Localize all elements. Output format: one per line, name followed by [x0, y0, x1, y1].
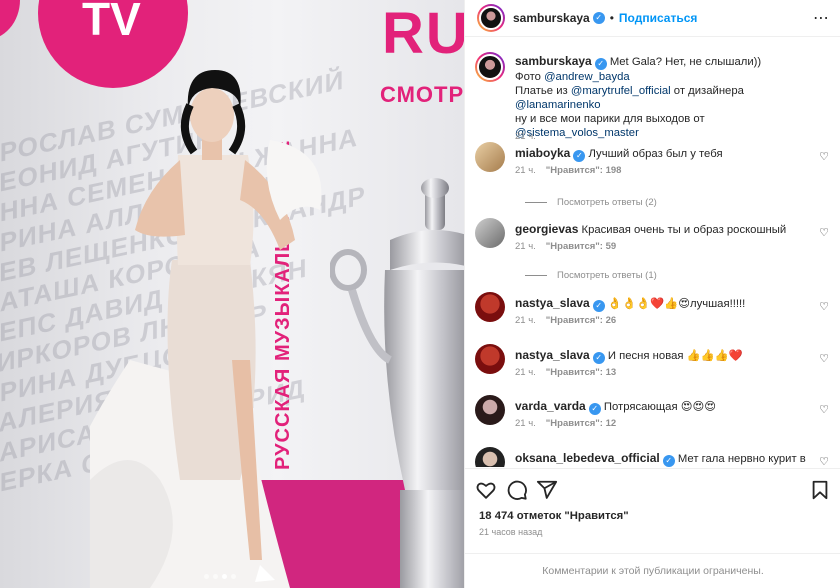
comment-username[interactable]: georgievas — [515, 222, 578, 236]
carousel-dot — [204, 574, 209, 579]
share-paper-plane-icon[interactable] — [536, 479, 558, 501]
replies-line — [525, 275, 547, 276]
replies-line — [525, 202, 547, 203]
view-replies-button[interactable]: Посмотреть ответы (1) — [525, 270, 657, 281]
verified-badge-icon: ✓ — [588, 403, 601, 415]
mention-link[interactable]: @andrew_bayda — [544, 71, 630, 83]
comment-likes[interactable]: "Нравится": 198 — [546, 165, 622, 176]
comment-meta: 21 ч. "Нравится": 12 — [515, 418, 616, 429]
comment-body: 👌👌👌❤️👍😍лучшая!!!!! — [607, 298, 746, 310]
author-username[interactable]: samburskaya — [513, 11, 590, 25]
likes-count[interactable]: 18 474 отметок "Нравится" — [479, 510, 629, 522]
comment-time: 21 ч. — [515, 367, 536, 378]
like-heart-icon[interactable]: ♡ — [819, 300, 829, 313]
caption-line-4: ну и все мои парики для выходов от — [515, 113, 705, 125]
comment-avatar[interactable] — [475, 447, 505, 467]
caption-avatar[interactable] — [475, 52, 505, 82]
verified-badge-icon: ✓ — [592, 352, 605, 364]
comment-text: georgievas Красивая очень ты и образ рос… — [515, 222, 811, 237]
caption-time: 21 ч. — [515, 131, 536, 142]
mention-link[interactable]: @lanamarinenko — [515, 99, 601, 111]
comment-meta: 21 ч. "Нравится": 26 — [515, 315, 616, 326]
carousel-dot — [231, 574, 236, 579]
author-avatar[interactable] — [477, 4, 505, 32]
brand-slogan: СМОТР — [380, 82, 464, 107]
comment-username[interactable]: oksana_lebedeva_official — [515, 451, 660, 465]
replies-label: Посмотреть ответы (1) — [557, 270, 657, 281]
like-heart-icon[interactable]: ♡ — [819, 226, 829, 239]
caption-line-1: Met Gala? Нет, не слышали)) — [609, 56, 762, 68]
comment-likes[interactable]: "Нравится": 12 — [546, 418, 616, 429]
more-options-icon[interactable]: ⋯ — [813, 8, 829, 28]
comment-text: nastya_slava ✓ 👌👌👌❤️👍😍лучшая!!!!! — [515, 296, 811, 312]
comment-likes[interactable]: "Нравится": 26 — [546, 315, 616, 326]
brand-logo-ru: RU — [382, 1, 464, 66]
comment-avatar[interactable] — [475, 142, 505, 172]
comment-avatar[interactable] — [475, 344, 505, 374]
caption-line-3-mid: от дизайнера — [670, 85, 744, 97]
samovar-decoration — [330, 178, 464, 588]
comment-time: 21 ч. — [515, 418, 536, 429]
post-timestamp[interactable]: 21 часов назад — [479, 527, 542, 537]
carousel-dot — [222, 574, 227, 579]
mention-link[interactable]: @marytrufel_official — [571, 85, 671, 97]
comment-text: nastya_slava ✓ И песня новая 👍👍👍❤️ — [515, 348, 811, 364]
header-separator: • — [609, 11, 614, 25]
comment-username[interactable]: varda_varda — [515, 399, 586, 413]
verified-badge-icon: ✓ — [592, 300, 605, 312]
comment-time: 21 ч. — [515, 241, 536, 252]
view-replies-button[interactable]: Посмотреть ответы (2) — [525, 197, 657, 208]
like-heart-icon[interactable]: ♡ — [819, 150, 829, 163]
like-heart-icon[interactable]: ♡ — [819, 455, 829, 467]
caption-text: samburskaya ✓ Met Gala? Нет, не слышали))… — [515, 54, 811, 140]
comments-feed[interactable]: samburskaya ✓ Met Gala? Нет, не слышали))… — [465, 37, 840, 467]
post-header: samburskaya ✓ • Подписаться ⋯ — [465, 0, 840, 37]
carousel-dot — [213, 574, 218, 579]
comments-restricted-notice: Комментарии к этой публикации ограничены… — [465, 553, 840, 588]
comment-meta: 21 ч. "Нравится": 59 — [515, 241, 616, 252]
comment-avatar[interactable] — [475, 395, 505, 425]
verified-badge-icon: ✓ — [592, 12, 605, 24]
comment-time: 21 ч. — [515, 165, 536, 176]
comment-likes[interactable]: "Нравится": 59 — [546, 241, 616, 252]
comment-bubble-icon[interactable] — [506, 479, 528, 501]
model-figure — [90, 70, 322, 588]
comment-username[interactable]: nastya_slava — [515, 348, 590, 362]
comment-avatar[interactable] — [475, 218, 505, 248]
action-bar — [465, 468, 840, 508]
comment-username[interactable]: miaboyka — [515, 146, 570, 160]
verified-badge-icon: ✓ — [573, 150, 586, 162]
comment-avatar[interactable] — [475, 292, 505, 322]
like-heart-icon[interactable]: ♡ — [819, 403, 829, 416]
post-sidebar: samburskaya ✓ • Подписаться ⋯ samburskay… — [464, 0, 840, 588]
comment-meta: 21 ч. "Нравится": 198 — [515, 165, 621, 176]
like-heart-icon[interactable]: ♡ — [819, 352, 829, 365]
caption-line-2: Фото — [515, 71, 545, 83]
comment-text: miaboyka ✓ Лучший образ был у тебя — [515, 146, 811, 162]
verified-badge-icon: ✓ — [662, 455, 675, 467]
comment-body: И песня новая 👍👍👍❤️ — [607, 350, 743, 362]
comment-body: Мет гала нервно курит в — [677, 453, 806, 465]
comment-meta: 21 ч. "Нравится": 13 — [515, 367, 616, 378]
post-photo[interactable]: ЯРОСЛАВ СУМИШЕВСКИЙ ЛЕОНИД АГУТИН АННА С… — [0, 0, 464, 588]
verified-badge-icon: ✓ — [594, 58, 607, 70]
comment-username[interactable]: nastya_slava — [515, 296, 590, 310]
comment-text: varda_varda ✓ Потрясающая 😍😍😍 — [515, 399, 811, 415]
save-bookmark-icon[interactable] — [809, 479, 831, 501]
comment-time: 21 ч. — [515, 315, 536, 326]
caption-username[interactable]: samburskaya — [515, 54, 592, 68]
caption-line-3: Платье из — [515, 85, 571, 97]
comment-body: Потрясающая 😍😍😍 — [603, 401, 717, 413]
comment-body: Красивая очень ты и образ роскошный — [581, 224, 787, 236]
comment-text: oksana_lebedeva_official ✓ Мет гала нервн… — [515, 451, 811, 467]
comment-likes[interactable]: "Нравится": 13 — [546, 367, 616, 378]
brand-logo-shape — [0, 0, 20, 40]
like-heart-icon[interactable] — [475, 479, 497, 501]
follow-button[interactable]: Подписаться — [619, 11, 697, 25]
comment-body: Лучший образ был у тебя — [588, 148, 723, 160]
replies-label: Посмотреть ответы (2) — [557, 197, 657, 208]
carousel-dots — [204, 574, 236, 579]
brand-logo-tv: TV — [82, 0, 141, 45]
